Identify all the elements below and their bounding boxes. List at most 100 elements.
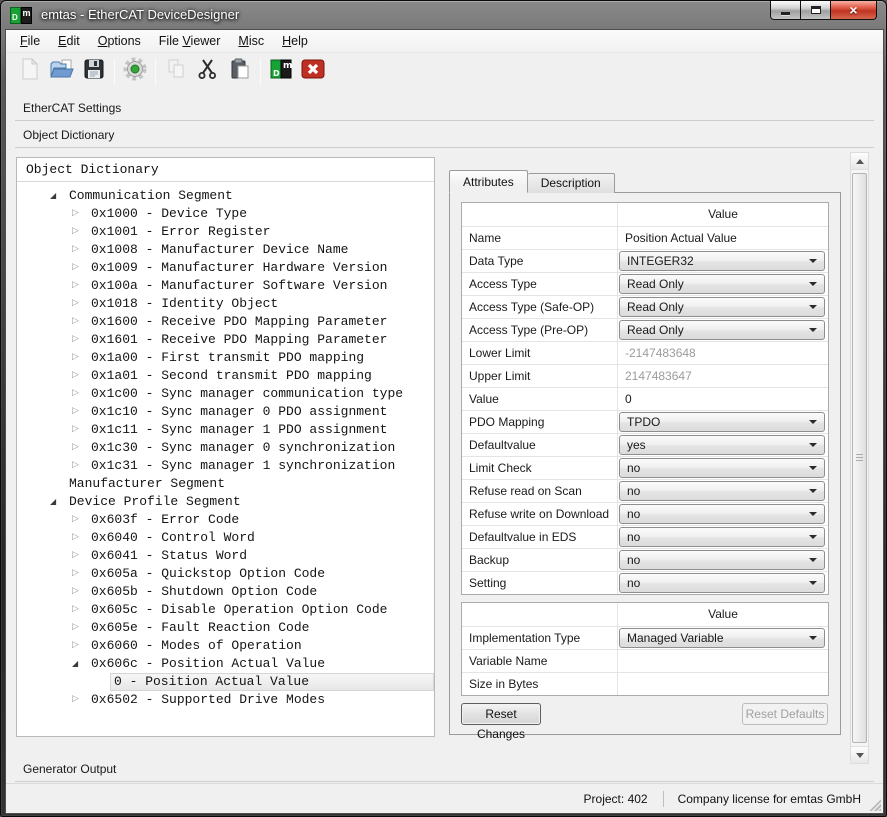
menu-file-viewer[interactable]: File Viewer: [150, 30, 230, 52]
combo-limit-check[interactable]: no: [619, 458, 825, 478]
tree-item-device-profile-segment[interactable]: ◢Device Profile Segment: [17, 493, 434, 511]
menu-misc[interactable]: Misc: [229, 30, 273, 52]
tree-collapsed-icon[interactable]: ▷: [69, 223, 88, 241]
toolbar-exit-button[interactable]: [298, 57, 328, 87]
toolbar-paste-button[interactable]: [225, 57, 255, 87]
tree-expanded-icon[interactable]: ◢: [47, 187, 66, 205]
tree-item-0x1009-manufacturer-hardware-version[interactable]: ▷0x1009 - Manufacturer Hardware Version: [17, 259, 434, 277]
combo-setting[interactable]: no: [619, 573, 825, 593]
tree-item-0x1600-receive-pdo-mapping-parameter[interactable]: ▷0x1600 - Receive PDO Mapping Parameter: [17, 313, 434, 331]
tree-item-0x6041-status-word[interactable]: ▷0x6041 - Status Word: [17, 547, 434, 565]
tree-item-0x1008-manufacturer-device-name[interactable]: ▷0x1008 - Manufacturer Device Name: [17, 241, 434, 259]
toolbar-settings-gear-button[interactable]: [120, 57, 150, 87]
tree-collapsed-icon[interactable]: ▷: [69, 583, 88, 601]
tree-item-0x6502-supported-drive-modes[interactable]: ▷0x6502 - Supported Drive Modes: [17, 691, 434, 709]
tree-item-0x1a01-second-transmit-pdo-mapping[interactable]: ▷0x1a01 - Second transmit PDO mapping: [17, 367, 434, 385]
tree-collapsed-icon[interactable]: ▷: [69, 547, 88, 565]
tree-item-communication-segment[interactable]: ◢Communication Segment: [17, 187, 434, 205]
reset-changes-button[interactable]: Reset Changes: [461, 703, 541, 725]
tree-item-0x6060-modes-of-operation[interactable]: ▷0x6060 - Modes of Operation: [17, 637, 434, 655]
tree-item-0x100a-manufacturer-software-version[interactable]: ▷0x100a - Manufacturer Software Version: [17, 277, 434, 295]
tree-collapsed-icon[interactable]: ▷: [69, 403, 88, 421]
combo-implementation-type[interactable]: Managed Variable: [619, 628, 825, 648]
tree-item-0x1601-receive-pdo-mapping-parameter[interactable]: ▷0x1601 - Receive PDO Mapping Parameter: [17, 331, 434, 349]
tree-item-0x605c-disable-operation-option-code[interactable]: ▷0x605c - Disable Operation Option Code: [17, 601, 434, 619]
tree-collapsed-icon[interactable]: ▷: [69, 511, 88, 529]
vertical-scrollbar[interactable]: [850, 152, 869, 764]
scrollbar-thumb[interactable]: [852, 173, 867, 743]
attr-value-text[interactable]: 0: [618, 392, 632, 406]
tree-collapsed-icon[interactable]: ▷: [69, 367, 88, 385]
tree-item-0x1c30-sync-manager-0-synchronization[interactable]: ▷0x1c30 - Sync manager 0 synchronization: [17, 439, 434, 457]
tree-item-0x605a-quickstop-option-code[interactable]: ▷0x605a - Quickstop Option Code: [17, 565, 434, 583]
tree-item-0x605b-shutdown-option-code[interactable]: ▷0x605b - Shutdown Option Code: [17, 583, 434, 601]
combo-access-type[interactable]: Read Only: [619, 274, 825, 294]
tree-item-0x1c00-sync-manager-communication-type[interactable]: ▷0x1c00 - Sync manager communication typ…: [17, 385, 434, 403]
tree-expanded-icon[interactable]: ◢: [47, 493, 66, 511]
combo-access-type-pre-op[interactable]: Read Only: [619, 320, 825, 340]
tree-collapsed-icon[interactable]: ▷: [69, 691, 88, 709]
tree-item-0x1018-identity-object[interactable]: ▷0x1018 - Identity Object: [17, 295, 434, 313]
tree-expanded-icon[interactable]: ◢: [69, 655, 88, 673]
tree-collapsed-icon[interactable]: ▷: [69, 349, 88, 367]
minimize-button[interactable]: [770, 1, 801, 20]
menu-file[interactable]: File: [11, 30, 49, 52]
section-ethercat-settings[interactable]: EtherCAT Settings: [15, 96, 874, 121]
tree-collapsed-icon[interactable]: ▷: [69, 295, 88, 313]
maximize-button[interactable]: [801, 1, 830, 20]
tree-item-0x606c-position-actual-value[interactable]: ◢0x606c - Position Actual Value: [17, 655, 434, 673]
tree-collapsed-icon[interactable]: ▷: [69, 277, 88, 295]
attr-value-text[interactable]: Position Actual Value: [618, 231, 737, 245]
resize-grip[interactable]: [869, 799, 881, 811]
title-bar[interactable]: Dm emtas - EtherCAT DeviceDesigner ×: [1, 1, 886, 29]
toolbar-device-designer-logo-button[interactable]: Dm: [266, 57, 296, 87]
tree-collapsed-icon[interactable]: ▷: [69, 529, 88, 547]
tree-collapsed-icon[interactable]: ▷: [69, 205, 88, 223]
tree-collapsed-icon[interactable]: ▷: [69, 457, 88, 475]
menu-help[interactable]: Help: [273, 30, 317, 52]
section-generator-output[interactable]: Generator Output: [15, 757, 874, 782]
tree-collapsed-icon[interactable]: ▷: [69, 601, 88, 619]
combo-defaultvalue[interactable]: yes: [619, 435, 825, 455]
tree-collapsed-icon[interactable]: ▷: [69, 637, 88, 655]
menu-options[interactable]: Options: [89, 30, 150, 52]
tree-collapsed-icon[interactable]: ▷: [69, 565, 88, 583]
combo-access-type-safe-op[interactable]: Read Only: [619, 297, 825, 317]
combo-data-type[interactable]: INTEGER32: [619, 251, 825, 271]
tree-collapsed-icon[interactable]: ▷: [69, 313, 88, 331]
tab-attributes[interactable]: Attributes: [449, 170, 528, 193]
tab-description[interactable]: Description: [528, 173, 615, 193]
tree-collapsed-icon[interactable]: ▷: [69, 619, 88, 637]
tree-collapsed-icon[interactable]: ▷: [69, 421, 88, 439]
tree-item-0x603f-error-code[interactable]: ▷0x603f - Error Code: [17, 511, 434, 529]
tree-item-0x1c31-sync-manager-1-synchronization[interactable]: ▷0x1c31 - Sync manager 1 synchronization: [17, 457, 434, 475]
attr-value-text[interactable]: [618, 654, 625, 668]
attr-value-text[interactable]: [618, 677, 625, 691]
tree-collapsed-icon[interactable]: ▷: [69, 241, 88, 259]
tree-item-0x605e-fault-reaction-code[interactable]: ▷0x605e - Fault Reaction Code: [17, 619, 434, 637]
tree-item-manufacturer-segment[interactable]: Manufacturer Segment: [17, 475, 434, 493]
toolbar-cut-button[interactable]: [193, 57, 223, 87]
tree-item-0-position-actual-value[interactable]: 0 - Position Actual Value: [17, 673, 434, 691]
toolbar-open-file-button[interactable]: [47, 57, 77, 87]
tree-item-0x1c11-sync-manager-1-pdo-assignment[interactable]: ▷0x1c11 - Sync manager 1 PDO assignment: [17, 421, 434, 439]
tree-item-0x1a00-first-transmit-pdo-mapping[interactable]: ▷0x1a00 - First transmit PDO mapping: [17, 349, 434, 367]
tree-collapsed-icon[interactable]: ▷: [69, 331, 88, 349]
combo-pdo-mapping[interactable]: TPDO: [619, 412, 825, 432]
tree-item-0x1001-error-register[interactable]: ▷0x1001 - Error Register: [17, 223, 434, 241]
tree-item-0x1c10-sync-manager-0-pdo-assignment[interactable]: ▷0x1c10 - Sync manager 0 PDO assignment: [17, 403, 434, 421]
tree-collapsed-icon[interactable]: ▷: [69, 259, 88, 277]
tree-collapsed-icon[interactable]: ▷: [69, 385, 88, 403]
tree-item-0x1000-device-type[interactable]: ▷0x1000 - Device Type: [17, 205, 434, 223]
toolbar-save-file-button[interactable]: [79, 57, 109, 87]
combo-refuse-write-on-download[interactable]: no: [619, 504, 825, 524]
section-object-dictionary[interactable]: Object Dictionary: [15, 123, 874, 148]
combo-backup[interactable]: no: [619, 550, 825, 570]
tree-collapsed-icon[interactable]: ▷: [69, 439, 88, 457]
combo-defaultvalue-in-eds[interactable]: no: [619, 527, 825, 547]
menu-edit[interactable]: Edit: [49, 30, 89, 52]
close-button[interactable]: ×: [830, 1, 877, 20]
scroll-up-button[interactable]: [851, 153, 868, 170]
tree-item-0x6040-control-word[interactable]: ▷0x6040 - Control Word: [17, 529, 434, 547]
combo-refuse-read-on-scan[interactable]: no: [619, 481, 825, 501]
